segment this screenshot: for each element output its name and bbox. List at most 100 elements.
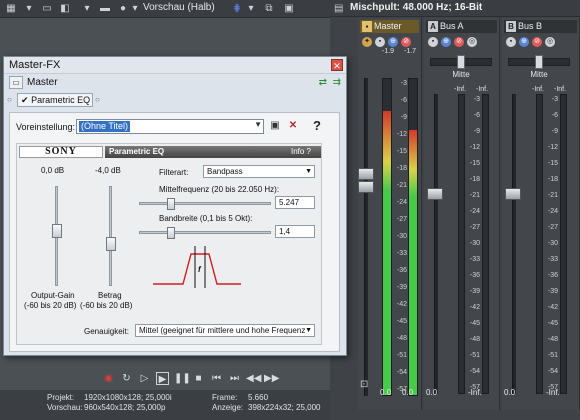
curve-frequency-label: f — [198, 265, 201, 274]
fx-bypass-icon[interactable]: ✦ — [362, 37, 372, 47]
close-icon[interactable]: ✕ — [331, 59, 343, 71]
chevron-down-icon[interactable]: ▼ — [305, 166, 312, 177]
record-icon[interactable]: ◉ — [102, 372, 115, 385]
db-scale-tick: -39 — [547, 288, 558, 295]
eq-info[interactable]: Info ? — [291, 146, 311, 158]
bandwidth-input[interactable]: 1,4 — [275, 225, 315, 238]
bus-a-meter-right — [482, 94, 489, 394]
channel-bus-a-header[interactable]: A Bus A — [426, 20, 497, 33]
db-scale-tick: -48 — [547, 336, 558, 343]
plugin-chooser-icon[interactable]: ⇉ — [333, 76, 341, 90]
db-scale-tick: -42 — [396, 301, 407, 308]
output-gain-slider[interactable] — [52, 224, 62, 238]
grid-overlay-icon[interactable]: ⋕ — [230, 2, 244, 16]
master-fader-knob-2[interactable] — [358, 181, 374, 193]
master-fader-knob[interactable] — [358, 168, 374, 180]
split-screen-icon[interactable]: ▭ — [40, 2, 54, 16]
dropdown-arrow-icon[interactable]: ▾ — [22, 2, 36, 16]
db-scale-tick: -33 — [547, 256, 558, 263]
loop-icon[interactable]: ↻ — [120, 372, 133, 385]
center-frequency-input[interactable]: 5.247 — [275, 196, 315, 209]
accuracy-value: Mittel (geeignet für mittlere und hohe F… — [139, 326, 310, 335]
transport-bar: ◉ ↻ ▷ ▶ ❚❚ ■ ⏮ ⏭ ◀◀ ▶▶ — [0, 368, 330, 390]
accuracy-select[interactable]: Mittel (geeignet für mittlere und hohe F… — [135, 324, 315, 337]
db-scale-tick: -15 — [547, 160, 558, 167]
overlay-icon[interactable]: ◧ — [58, 2, 72, 16]
dialog-titlebar[interactable]: Master-FX ✕ — [4, 57, 346, 74]
bus-b-pan-knob[interactable] — [535, 55, 543, 69]
channel-bus-b-header[interactable]: B Bus B — [504, 20, 577, 33]
frame-label: Frame: — [212, 393, 238, 402]
mixer-title: Mischpult: 48.000 Hz; 16-Bit — [350, 2, 483, 13]
amount-slider[interactable] — [106, 237, 116, 251]
insert-fx-icon[interactable]: ⊕ — [388, 37, 398, 47]
previous-frame-icon[interactable]: ◀◀ — [246, 372, 261, 385]
channel-master-header[interactable]: ▪ Master — [360, 20, 419, 33]
insert-fx-icon[interactable]: ⊕ — [441, 37, 451, 47]
meter-fill — [409, 129, 417, 395]
save-preset-icon[interactable]: ▣ — [268, 119, 282, 133]
mixer-menu-icon[interactable]: ▤ — [334, 2, 343, 16]
mute-icon[interactable]: ⊘ — [454, 37, 464, 47]
db-scale-tick: -42 — [469, 304, 480, 311]
dropdown-arrow-icon[interactable]: ▾ — [128, 2, 142, 16]
play-icon[interactable]: ▶ — [156, 372, 169, 385]
bus-a-pan-label: Mitte — [452, 70, 470, 79]
center-frequency-slider[interactable] — [167, 198, 175, 210]
bus-a-db-scale: -3 -6 -9 -12 -15 -18 -21 -24 -27 -30 -33 -36 -39 -42 -… — [466, 94, 480, 394]
preset-select[interactable]: (Ohne Titel) ▼ — [76, 119, 264, 134]
bus-a-peak-left: -Inf. — [454, 86, 467, 93]
external-monitor-icon[interactable]: ▬ — [98, 2, 112, 16]
fx-chain-icon[interactable]: ▪ — [506, 37, 516, 47]
delete-preset-icon[interactable]: ✕ — [286, 119, 300, 133]
next-frame-icon[interactable]: ▶▶ — [264, 372, 279, 385]
master-fx-dialog: Master-FX ✕ ▭ Master ⇄ ⇉ ○ ✔ Parametric … — [3, 56, 347, 356]
bus-a-pan-slider[interactable] — [430, 55, 492, 69]
solo-icon[interactable]: ◎ — [467, 37, 477, 47]
db-scale-tick: -18 — [547, 176, 558, 183]
mute-icon[interactable]: ⊘ — [532, 37, 542, 47]
db-scale-tick: -51 — [547, 352, 558, 359]
db-scale-tick: -30 — [547, 240, 558, 247]
mute-icon[interactable]: ⊘ — [401, 37, 411, 47]
chevron-down-icon[interactable]: ▼ — [305, 325, 312, 336]
dropdown-arrow-icon[interactable]: ▾ — [80, 2, 94, 16]
db-scale-tick: -39 — [396, 284, 407, 291]
fx-chain-icon[interactable]: ▪ — [428, 37, 438, 47]
fx-chain-row: ▭ Master ⇄ ⇉ — [7, 76, 343, 90]
filter-type-label: Filterart: — [159, 168, 189, 177]
go-to-end-icon[interactable]: ⏭ — [228, 372, 241, 385]
plugin-chain-add-icon[interactable]: ⇄ — [319, 76, 327, 90]
bus-a-pan-knob[interactable] — [457, 55, 465, 69]
db-scale-tick: -45 — [547, 320, 558, 327]
db-scale-tick: -30 — [469, 240, 480, 247]
preview-mode-select[interactable]: Vorschau (Halb) — [143, 2, 215, 13]
stop-icon[interactable]: ■ — [192, 372, 205, 385]
copy-snapshot-icon[interactable]: ⧉ — [262, 2, 276, 16]
solo-icon[interactable]: ◎ — [545, 37, 555, 47]
filter-type-select[interactable]: Bandpass ▼ — [203, 165, 315, 178]
channel-master-label: Master — [374, 21, 402, 31]
check-icon[interactable]: ✔ — [21, 95, 29, 105]
save-snapshot-icon[interactable]: ▣ — [282, 2, 296, 16]
play-from-start-icon[interactable]: ▷ — [138, 372, 151, 385]
bus-b-fader-knob[interactable] — [505, 188, 521, 200]
pause-icon[interactable]: ❚❚ — [174, 372, 191, 385]
insert-fx-icon[interactable]: ⊕ — [519, 37, 529, 47]
meter-fill — [383, 110, 391, 395]
grid-icon[interactable]: ▦ — [4, 2, 18, 16]
lock-icon[interactable]: ⊡ — [360, 378, 368, 392]
bus-b-fader-track — [512, 94, 516, 394]
bandwidth-slider[interactable] — [167, 227, 175, 239]
plugin-chip[interactable]: ✔ Parametric EQ — [17, 93, 93, 107]
go-to-start-icon[interactable]: ⏮ — [210, 372, 223, 385]
help-icon[interactable]: ? — [310, 119, 324, 133]
fx-chain-icon[interactable]: ▪ — [375, 37, 385, 47]
db-scale-tick: -24 — [469, 208, 480, 215]
bus-a-fader-knob[interactable] — [427, 188, 443, 200]
chain-folder-icon[interactable]: ▭ — [9, 76, 23, 89]
bus-b-pan-slider[interactable] — [508, 55, 570, 69]
dropdown-arrow-icon[interactable]: ▾ — [244, 2, 258, 16]
master-db-scale: -3 -6 -9 -12 -15 -18 -21 -24 -27 -30 -33 -36 -39 -42 -… — [393, 78, 407, 396]
chevron-down-icon[interactable]: ▼ — [254, 120, 262, 129]
